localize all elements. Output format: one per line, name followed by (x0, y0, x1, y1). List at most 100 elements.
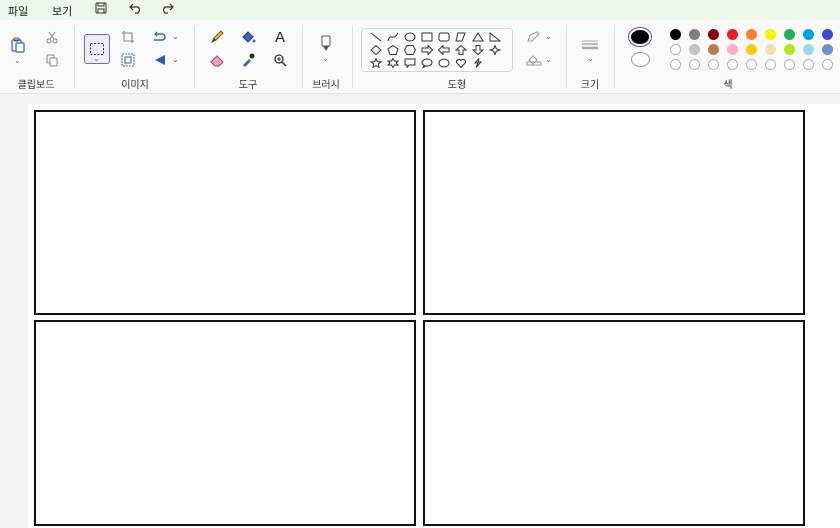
right-triangle-shape-icon[interactable] (488, 31, 502, 43)
primary-color-button[interactable] (628, 27, 652, 47)
custom-color-slot[interactable] (670, 59, 681, 70)
oval-shape-icon[interactable] (403, 31, 417, 43)
curve-shape-icon[interactable] (386, 31, 400, 43)
pencil-icon[interactable] (207, 28, 227, 46)
right-arrow-shape-icon[interactable] (420, 44, 434, 56)
hexagon-shape-icon[interactable] (403, 44, 417, 56)
color-swatch[interactable] (708, 29, 719, 40)
custom-color-slot[interactable] (689, 59, 700, 70)
rounded-rectangle-shape-icon[interactable] (437, 31, 451, 43)
triangle-shape-icon[interactable] (471, 31, 485, 43)
menu-bar: 파일 보기 (0, 0, 840, 20)
shape-fill-chevron-down-icon[interactable]: ⌄ (545, 55, 552, 64)
custom-color-slot[interactable] (803, 59, 814, 70)
five-point-star-shape-icon[interactable] (369, 57, 383, 69)
flip-icon[interactable] (150, 51, 170, 69)
color-swatch[interactable] (708, 44, 719, 55)
up-arrow-shape-icon[interactable] (454, 44, 468, 56)
primary-color-swatch (631, 30, 649, 44)
comic-panel (34, 320, 416, 526)
color-swatch[interactable] (746, 29, 757, 40)
resize-icon[interactable] (118, 51, 138, 69)
ribbon-divider (74, 26, 75, 88)
secondary-color-button[interactable] (631, 52, 650, 67)
custom-color-slot[interactable] (765, 59, 776, 70)
rotate-chevron-down-icon[interactable]: ⌄ (172, 32, 179, 41)
redo-icon[interactable] (159, 0, 175, 16)
undo-icon[interactable] (128, 0, 144, 16)
cloud-callout-shape-icon[interactable] (437, 57, 451, 69)
lightning-shape-icon[interactable] (471, 57, 485, 69)
canvas[interactable] (28, 104, 840, 528)
brush-icon[interactable] (316, 34, 336, 52)
color-picker-icon[interactable] (238, 51, 258, 69)
flip-chevron-down-icon[interactable]: ⌄ (172, 55, 179, 64)
rotate-icon[interactable] (150, 28, 170, 46)
color-swatch[interactable] (784, 29, 795, 40)
color-swatch[interactable] (727, 44, 738, 55)
text-icon[interactable]: A (270, 28, 290, 46)
rect-callout-shape-icon[interactable] (403, 57, 417, 69)
color-swatch[interactable] (803, 44, 814, 55)
group-label-colors: 색 (723, 80, 733, 91)
save-icon[interactable] (93, 0, 109, 16)
down-arrow-shape-icon[interactable] (471, 44, 485, 56)
diamond-shape-icon[interactable] (369, 44, 383, 56)
cut-icon[interactable] (42, 28, 62, 46)
custom-color-slot[interactable] (822, 59, 833, 70)
color-swatch[interactable] (689, 44, 700, 55)
brush-chevron-down-icon[interactable]: ⌄ (322, 54, 329, 63)
group-label-shapes: 도형 (447, 80, 467, 91)
color-swatch[interactable] (670, 29, 681, 40)
custom-color-slot[interactable] (746, 59, 757, 70)
color-swatch[interactable] (803, 29, 814, 40)
pentagon-shape-icon[interactable] (386, 44, 400, 56)
four-point-star-shape-icon[interactable] (488, 44, 502, 56)
color-swatch[interactable] (822, 29, 833, 40)
color-swatch[interactable] (670, 44, 681, 55)
eraser-icon[interactable] (207, 51, 227, 69)
left-arrow-shape-icon[interactable] (437, 44, 451, 56)
comic-panel (34, 110, 416, 315)
group-label-tools: 도구 (238, 80, 258, 91)
color-swatch[interactable] (822, 44, 833, 55)
menu-file[interactable]: 파일 (4, 3, 32, 19)
line-shape-icon[interactable] (369, 31, 383, 43)
color-swatch[interactable] (784, 44, 795, 55)
ribbon-divider (194, 26, 195, 88)
color-swatch[interactable] (746, 44, 757, 55)
magnifier-icon[interactable] (270, 51, 290, 69)
comic-panel (423, 320, 805, 526)
color-swatch[interactable] (765, 44, 776, 55)
fill-icon[interactable] (238, 28, 258, 46)
six-point-star-shape-icon[interactable] (386, 57, 400, 69)
group-label-brushes: 브러시 (312, 80, 340, 91)
group-label-size: 크기 (580, 80, 600, 91)
size-chevron-down-icon[interactable]: ⌄ (587, 54, 594, 63)
polygon-shape-icon[interactable] (454, 31, 468, 43)
outline-icon[interactable] (524, 28, 544, 46)
paste-icon[interactable] (8, 36, 28, 54)
custom-color-slot[interactable] (784, 59, 795, 70)
rectangle-shape-icon[interactable] (420, 31, 434, 43)
oval-callout-shape-icon[interactable] (420, 57, 434, 69)
size-icon[interactable] (580, 36, 600, 54)
group-label-clipboard: 클립보드 (17, 80, 55, 91)
color-swatch[interactable] (689, 29, 700, 40)
custom-color-slot[interactable] (727, 59, 738, 70)
outline-chevron-down-icon[interactable]: ⌄ (545, 32, 552, 41)
heart-shape-icon[interactable] (454, 57, 468, 69)
ribbon-divider (352, 26, 353, 88)
ribbon: ⌄ 클립보드 ⌄ ⌄ ⌄ 이미지 A 도구 ⌄ 브러시 ⌄ ⌄ 도형 ⌄ 크기 … (0, 20, 840, 94)
crop-icon[interactable] (118, 28, 138, 46)
color-swatch[interactable] (727, 29, 738, 40)
group-label-image: 이미지 (121, 80, 149, 91)
color-swatch[interactable] (765, 29, 776, 40)
menu-view[interactable]: 보기 (48, 3, 76, 19)
custom-color-slot[interactable] (708, 59, 719, 70)
select-chevron-down-icon[interactable]: ⌄ (93, 54, 100, 63)
copy-icon[interactable] (42, 51, 62, 69)
paste-chevron-down-icon[interactable]: ⌄ (14, 56, 21, 65)
shape-fill-icon[interactable] (524, 51, 544, 69)
shapes-gallery (361, 28, 513, 72)
